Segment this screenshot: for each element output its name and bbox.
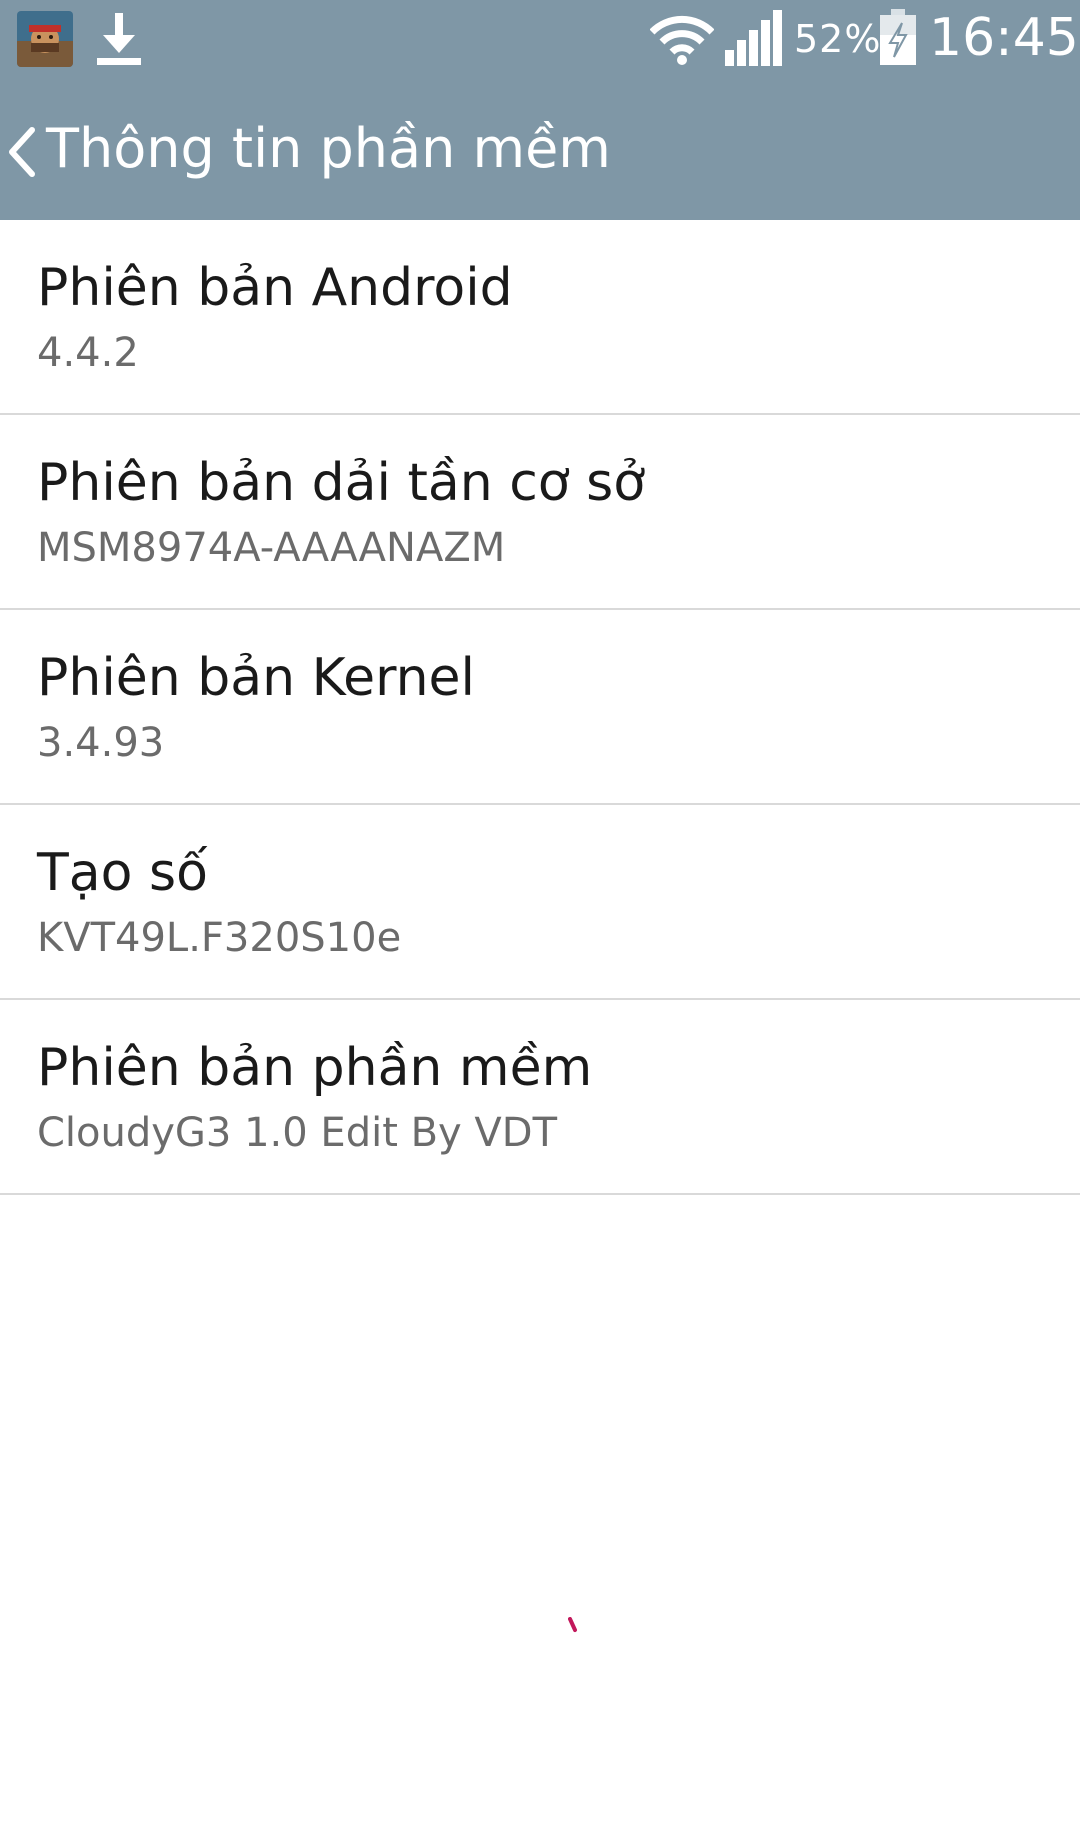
list-item-android-version[interactable]: Phiên bản Android 4.4.2 — [0, 220, 1080, 415]
back-button[interactable]: Thông tin phần mềm — [0, 82, 611, 220]
item-value: CloudyG3 1.0 Edit By VDT — [37, 1110, 558, 1156]
status-bar: 52% 16:45 — [0, 0, 1080, 82]
item-title: Phiên bản phần mềm — [37, 1038, 593, 1098]
page-title: Thông tin phần mềm — [46, 117, 611, 180]
download-icon — [91, 11, 147, 67]
list-item-kernel-version[interactable]: Phiên bản Kernel 3.4.93 — [0, 610, 1080, 805]
item-value: MSM8974A-AAAANAZM — [37, 525, 506, 571]
item-title: Phiên bản dải tần cơ sở — [37, 453, 646, 513]
list-item-build-number[interactable]: Tạo số KVT49L.F320S10e — [0, 805, 1080, 1000]
item-value: 3.4.93 — [37, 720, 165, 766]
battery-percent: 52% — [794, 17, 882, 61]
item-title: Phiên bản Android — [37, 258, 513, 318]
wifi-icon — [649, 14, 715, 66]
item-title: Phiên bản Kernel — [37, 648, 475, 708]
game-app-icon[interactable] — [17, 11, 73, 67]
signal-strength-icon — [724, 10, 782, 68]
action-bar: Thông tin phần mềm — [0, 82, 1080, 220]
item-title: Tạo số — [37, 843, 208, 903]
list-item-baseband-version[interactable]: Phiên bản dải tần cơ sở MSM8974A-AAAANAZ… — [0, 415, 1080, 610]
battery-charging-icon — [878, 9, 918, 67]
item-value: 4.4.2 — [37, 330, 139, 376]
clock: 16:45 — [929, 8, 1079, 68]
screen: 52% 16:45 Thông tin phần mềm Phiên bản A… — [0, 0, 1080, 1830]
item-value: KVT49L.F320S10e — [37, 915, 402, 961]
chevron-left-icon — [4, 124, 38, 180]
software-info-list: Phiên bản Android 4.4.2 Phiên bản dải tầ… — [0, 220, 1080, 1195]
touch-indicator — [568, 1617, 578, 1633]
list-item-software-version[interactable]: Phiên bản phần mềm CloudyG3 1.0 Edit By … — [0, 1000, 1080, 1195]
